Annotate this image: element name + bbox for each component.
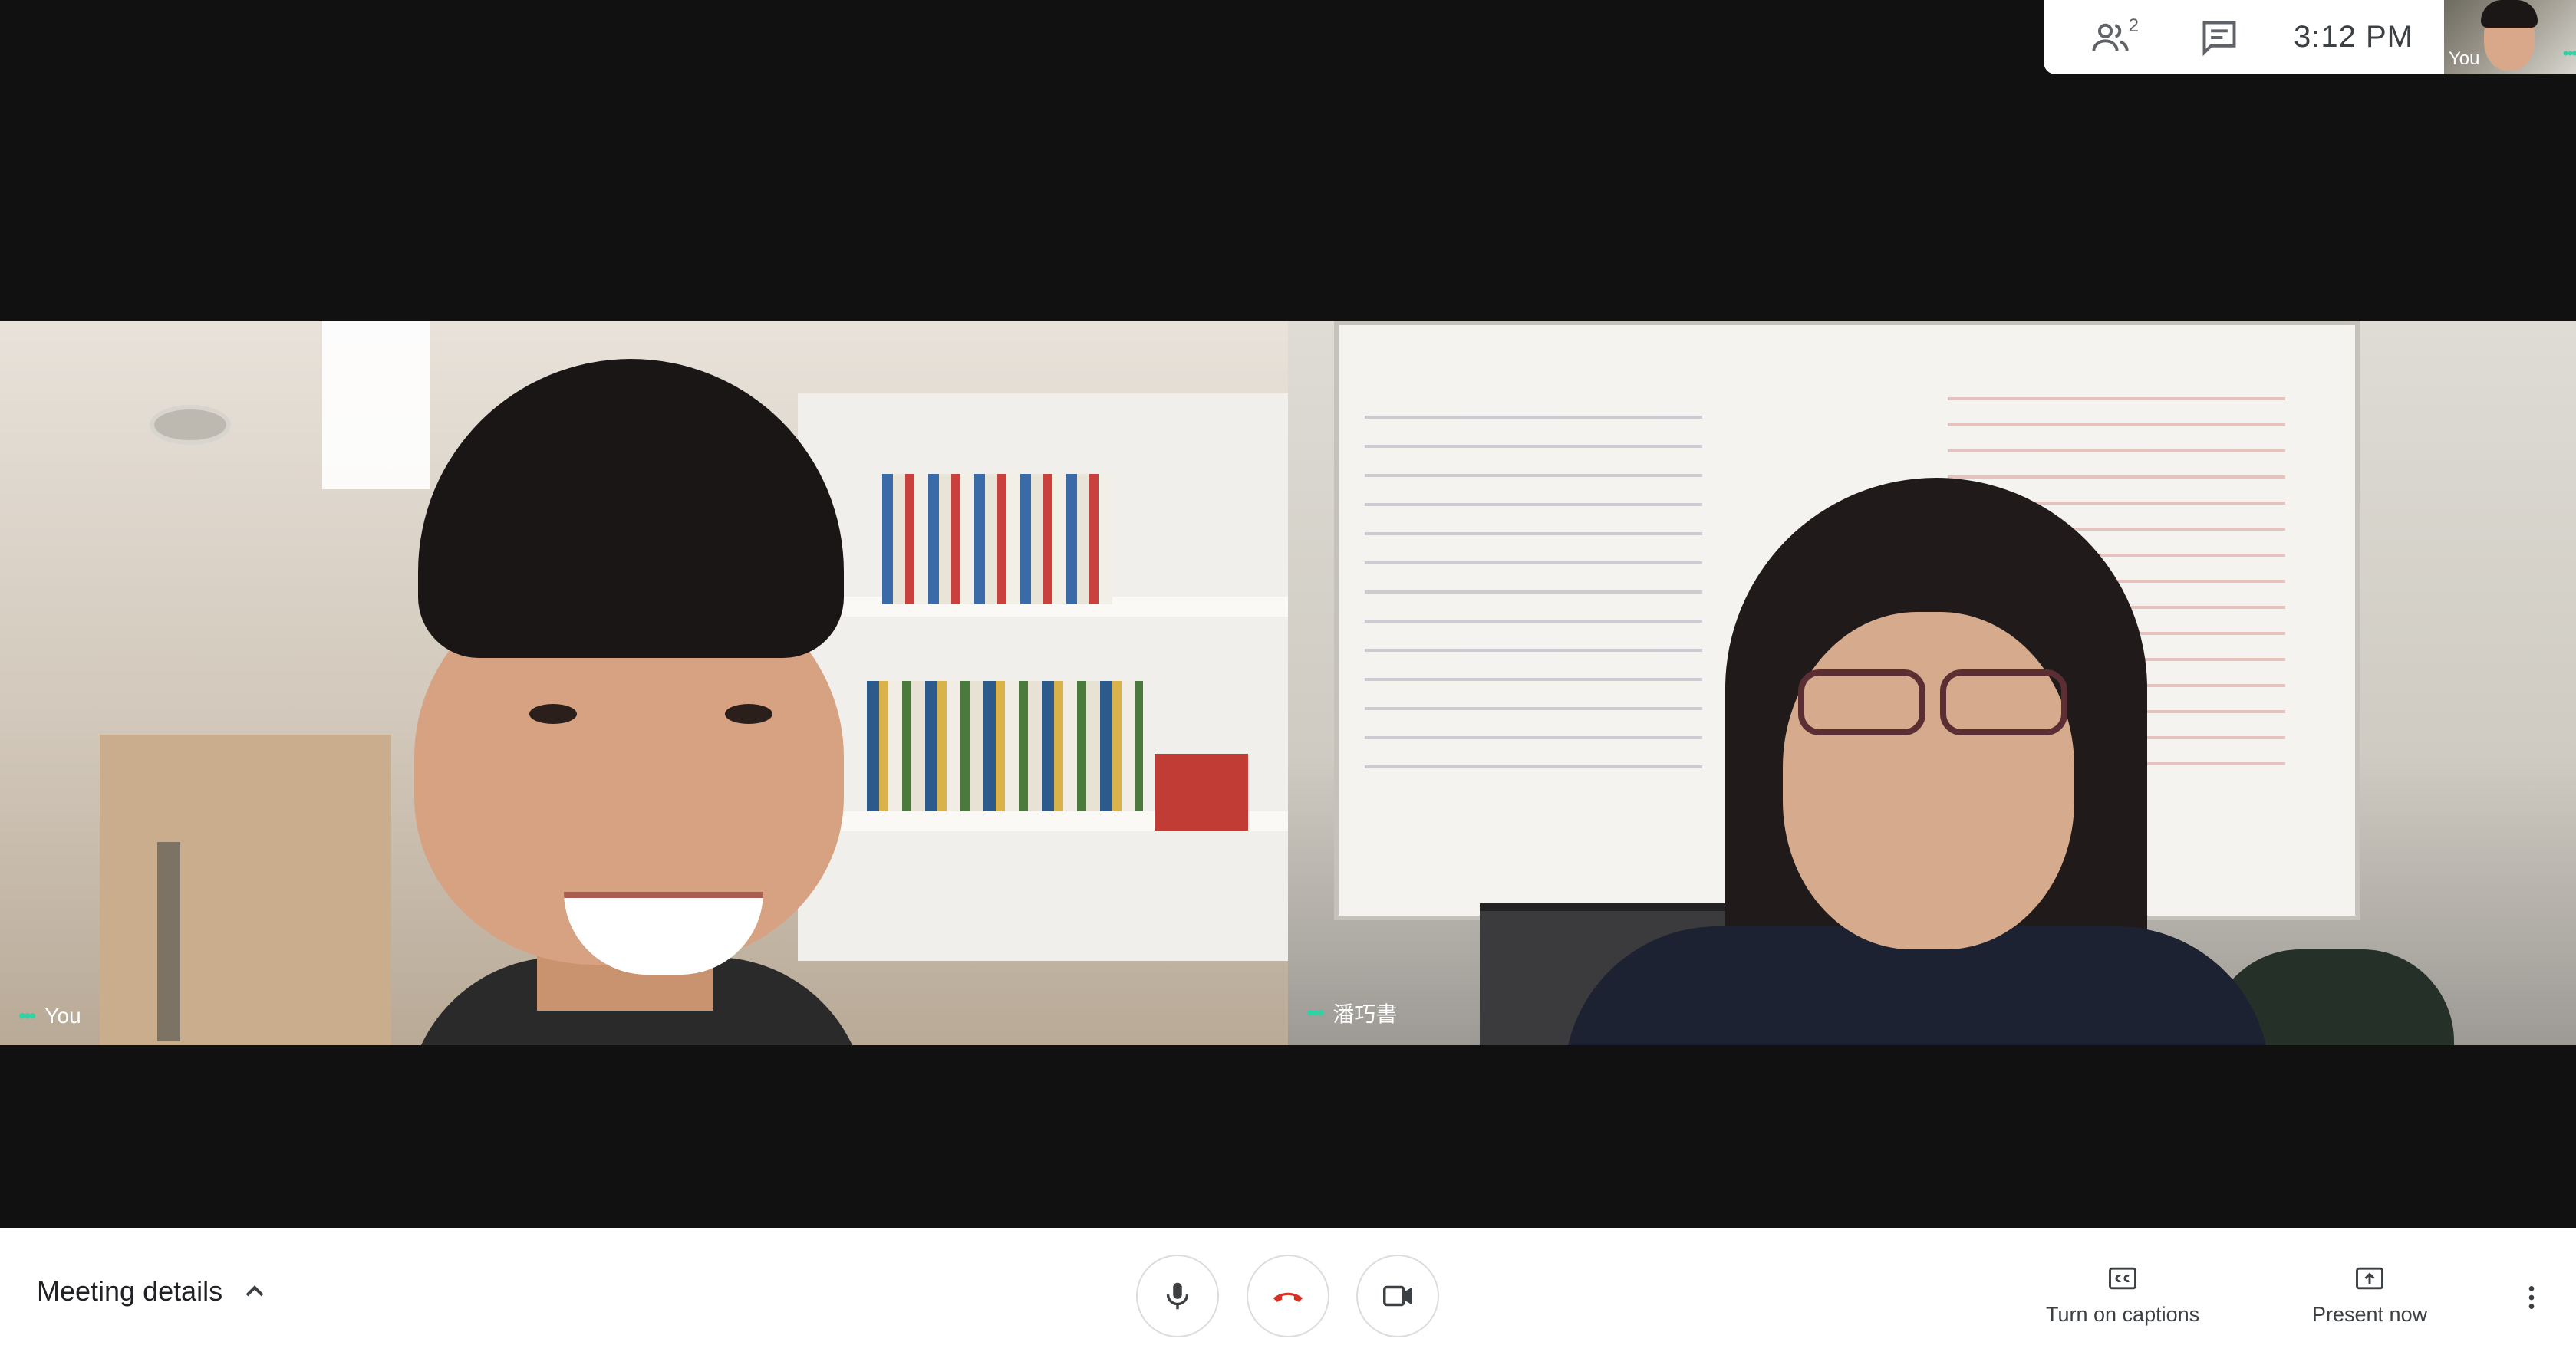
ceiling-light [150, 405, 231, 445]
participant-label: ••• 潘巧書 [1306, 998, 1397, 1028]
chat-icon [2202, 21, 2236, 56]
door [100, 735, 391, 1045]
speaking-indicator: ••• [1306, 1001, 1324, 1025]
thumbnail-hair [2481, 0, 2538, 28]
meeting-info-box: 2 3:12 PM [2044, 0, 2444, 74]
eye [725, 704, 772, 724]
microphone-button[interactable] [1136, 1255, 1219, 1337]
self-view-thumbnail[interactable]: You ••• [2444, 0, 2576, 74]
more-vert-icon [2528, 1286, 2535, 1309]
phone-hangup-icon [1273, 1292, 1303, 1302]
participant-count: 2 [2128, 15, 2139, 36]
participant-label: ••• You [18, 1004, 81, 1028]
face [1783, 612, 2074, 949]
meeting-clock: 3:12 PM [2294, 20, 2413, 54]
turn-on-captions-button[interactable]: Turn on captions [2046, 1261, 2199, 1327]
present-screen-icon [2356, 1267, 2384, 1290]
microphone-icon [1166, 1282, 1189, 1310]
hair [418, 359, 844, 658]
speaking-indicator: ••• [2562, 44, 2576, 63]
glasses-lens [1798, 669, 1925, 735]
video-camera-icon [1383, 1285, 1412, 1307]
captions-label: Turn on captions [2046, 1303, 2200, 1326]
people-icon [2092, 23, 2129, 51]
eye [529, 704, 577, 724]
more-options-button[interactable] [2510, 1276, 2553, 1319]
participant-name: You [44, 1004, 81, 1028]
top-info-panel: 2 3:12 PM You ••• [2044, 0, 2576, 74]
window-light [322, 321, 430, 489]
meeting-details-label: Meeting details [37, 1275, 223, 1307]
meeting-controls-bar: Meeting details Turn on captions Present… [0, 1228, 2576, 1365]
video-tile-remote[interactable]: ••• 潘巧書 [1288, 321, 2576, 1045]
red-box [1155, 754, 1248, 831]
books-row [867, 681, 1143, 811]
books-row [882, 474, 1112, 604]
camera-button[interactable] [1356, 1255, 1439, 1337]
meeting-details-button[interactable]: Meeting details [37, 1275, 270, 1307]
door-handle [157, 842, 180, 1041]
participants-button[interactable]: 2 [2084, 11, 2139, 64]
participant-name: 潘巧書 [1332, 1002, 1398, 1026]
chevron-up-icon [245, 1285, 264, 1297]
glasses-lens [1940, 669, 2067, 735]
whiteboard-writing [1365, 390, 1702, 788]
present-label: Present now [2312, 1303, 2428, 1326]
leave-call-button[interactable] [1247, 1255, 1329, 1337]
chat-button[interactable] [2192, 11, 2246, 64]
closed-captions-icon [2109, 1267, 2137, 1290]
speaking-indicator: ••• [18, 1004, 36, 1028]
video-tile-self[interactable]: ••• You [0, 321, 1288, 1045]
self-thumbnail-label: You [2449, 48, 2480, 69]
present-now-button[interactable]: Present now [2312, 1261, 2427, 1327]
